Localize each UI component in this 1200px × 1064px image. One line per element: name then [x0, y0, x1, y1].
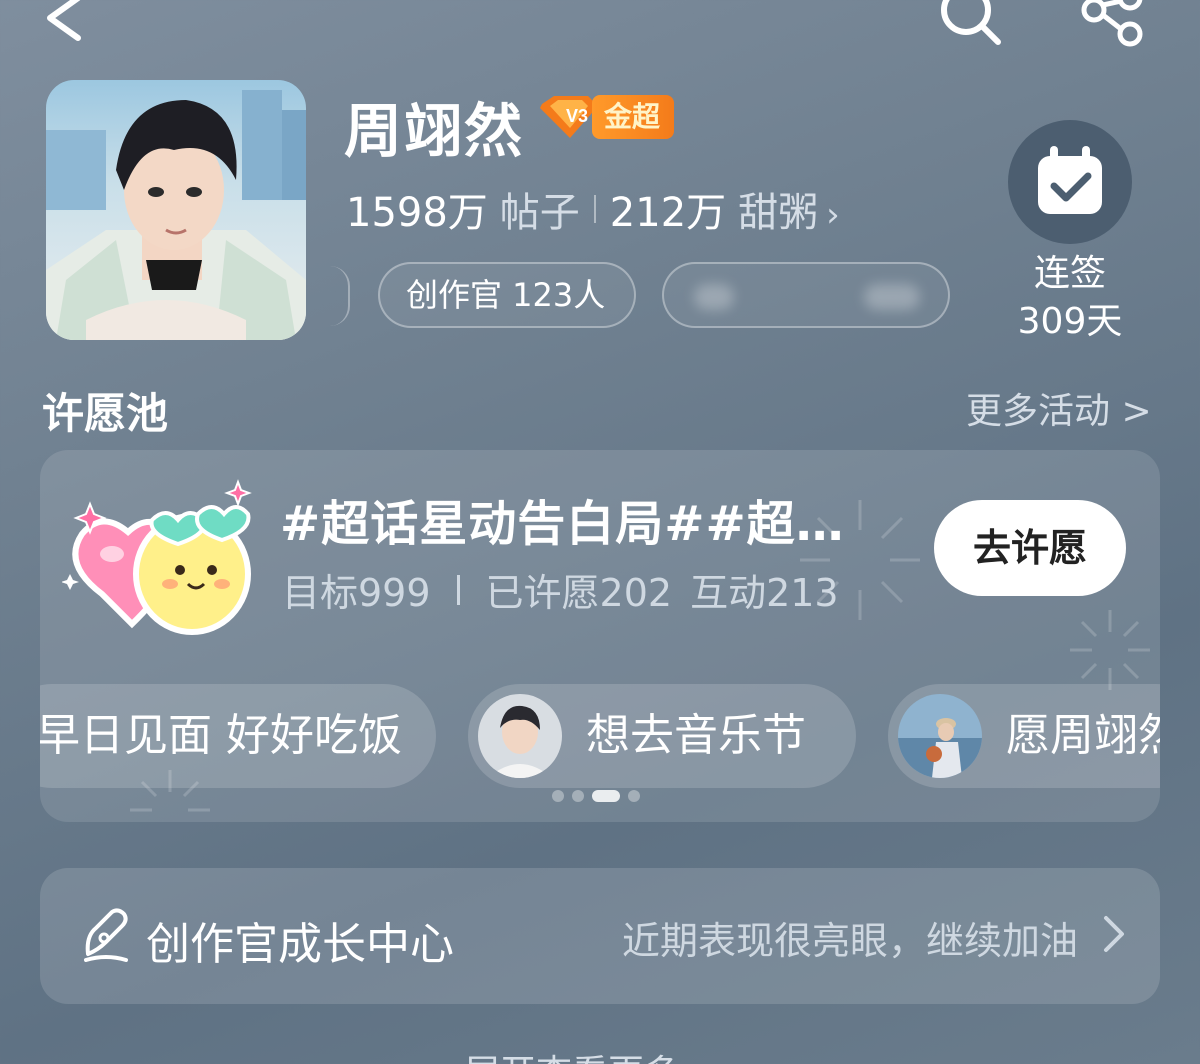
chevron-right-icon: › — [826, 195, 840, 235]
fans-count: 212万 — [609, 190, 727, 236]
make-wish-button[interactable]: 去许愿 — [934, 500, 1126, 596]
checkin-status: 连签 309天 — [1000, 250, 1140, 346]
share-icon[interactable] — [1076, 0, 1148, 48]
growth-center-note: 近期表现很亮眼，继续加油 — [622, 919, 1079, 963]
search-icon[interactable] — [934, 0, 1006, 48]
pill-edge — [330, 266, 350, 326]
section-title: 许愿池 — [42, 389, 169, 438]
growth-center-title: 创作官成长中心 — [146, 919, 454, 970]
page-dot — [572, 790, 584, 802]
wish-chip-label: 早日见面 好好吃饭 — [40, 710, 402, 761]
blurred-content — [864, 284, 920, 310]
avatar — [898, 694, 982, 778]
interaction-count: 互动213 — [690, 571, 839, 615]
creator-pill[interactable]: 创作官 123人 — [378, 262, 636, 328]
wish-chip[interactable]: 早日见面 好好吃饭 — [40, 684, 436, 788]
heart-mascot-sticker — [62, 479, 252, 635]
avatar[interactable] — [46, 80, 306, 340]
more-activities-link[interactable]: 更多活动 > — [966, 382, 1152, 434]
calendar-check-icon — [1038, 146, 1102, 214]
expand-more-link[interactable]: 展开查看更多 — [464, 1044, 680, 1064]
page-dot — [552, 790, 564, 802]
page-dot — [628, 790, 640, 802]
page-title: 周翊然 — [344, 97, 525, 165]
stats-divider — [456, 574, 460, 605]
page-dot-active — [592, 790, 620, 802]
wish-chip[interactable]: 愿周翊然 — [888, 684, 1160, 788]
wish-count: 已许愿202 — [485, 571, 673, 615]
back-icon[interactable] — [40, 0, 90, 50]
wish-stats: 目标999 已许愿202 互动213 — [282, 562, 839, 617]
pen-icon — [84, 908, 128, 962]
wish-chip[interactable]: 想去音乐节 — [468, 684, 856, 788]
svg-text:V3: V3 — [566, 106, 588, 126]
chevron-right-icon — [1104, 916, 1124, 952]
wish-target: 目标999 — [282, 571, 431, 615]
checkin-button[interactable] — [1008, 120, 1132, 244]
stats-divider — [593, 195, 596, 223]
wish-topic[interactable]: #超话星动告白局##超话星动告白局# — [280, 484, 880, 554]
checkin-label: 连签 — [1033, 253, 1106, 294]
topic-stats[interactable]: 1598万 帖子 212万 甜粥 › — [346, 180, 840, 238]
diamond-icon: V3 — [540, 96, 598, 138]
badge-label: 金超 — [592, 95, 675, 139]
wish-chip-label: 想去音乐节 — [586, 710, 806, 761]
blurred-content — [694, 284, 734, 310]
carousel-pagination — [552, 790, 640, 802]
checkin-days: 309天 — [1017, 301, 1123, 342]
posts-count: 1598万 — [346, 190, 488, 236]
blurred-pill[interactable] — [662, 262, 950, 328]
wish-chip-label: 愿周翊然 — [1006, 710, 1160, 761]
super-topic-badge[interactable]: V3 金超 — [538, 94, 675, 140]
wish-chips-carousel[interactable]: 早日见面 好好吃饭 想去音乐节 愿周翊然 — [40, 684, 1160, 790]
fans-label: 甜粥 — [738, 190, 819, 236]
avatar — [478, 694, 562, 778]
posts-label: 帖子 — [499, 190, 580, 236]
